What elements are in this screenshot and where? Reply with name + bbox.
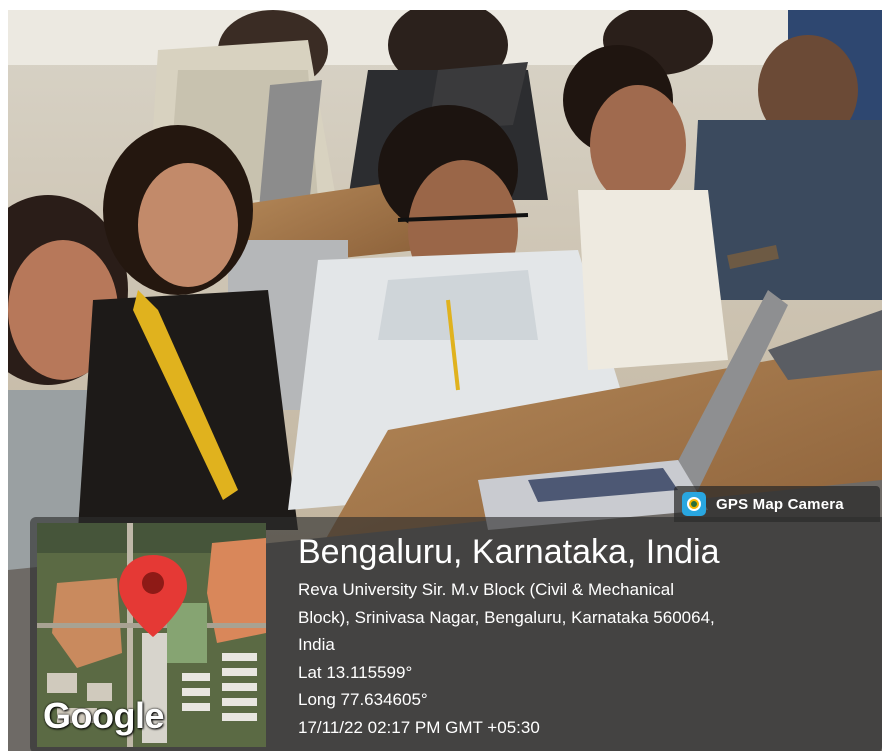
location-details: Bengaluru, Karnataka, India Reva Univers…	[298, 532, 874, 741]
app-name: GPS Map Camera	[716, 495, 844, 513]
address-line-2: Block), Srinivasa Nagar, Bengaluru, Karn…	[298, 607, 715, 627]
location-title: Bengaluru, Karnataka, India	[298, 533, 720, 571]
google-logo: Google	[43, 695, 165, 736]
classroom-photo: GPS Map Camera Google Bengaluru, Karnata…	[8, 10, 882, 751]
timestamp: 17/11/22 02:17 PM GMT +05:30	[298, 717, 540, 737]
address-line-1: Reva University Sir. M.v Block (Civil & …	[298, 580, 674, 599]
address-line-3: India	[298, 635, 335, 654]
satellite-map-thumbnail: Google	[37, 523, 266, 747]
gps-map-camera-icon	[682, 492, 706, 516]
latitude: Lat 13.115599°	[298, 662, 413, 682]
longitude: Long 77.634605°	[298, 690, 428, 709]
location-overlay: Google Bengaluru, Karnataka, India Reva …	[30, 517, 882, 751]
